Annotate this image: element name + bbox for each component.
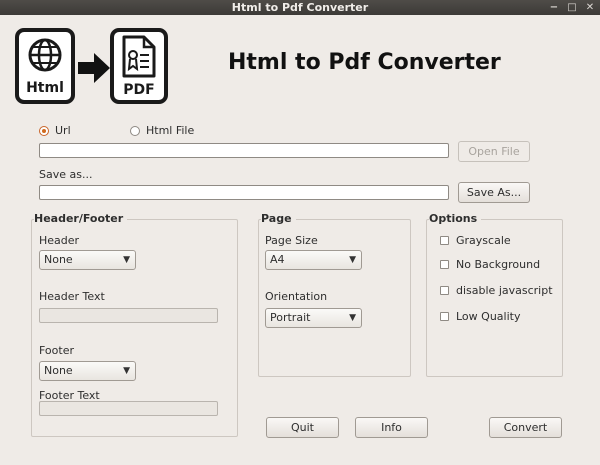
page-size-select[interactable]: A4 ▼	[265, 250, 362, 270]
app-title: Html to Pdf Converter	[228, 50, 501, 75]
title-bar[interactable]: Html to Pdf Converter − □ ✕	[0, 0, 600, 15]
no-background-checkbox-box[interactable]	[440, 260, 449, 269]
low-quality-label: Low Quality	[456, 310, 521, 323]
arrow-right-icon	[78, 53, 110, 83]
url-radio[interactable]: Url	[39, 124, 71, 137]
page-size-label: Page Size	[265, 234, 318, 247]
window-title: Html to Pdf Converter	[231, 1, 369, 14]
html-file-radio-label: Html File	[146, 124, 195, 137]
app-window: Html to Pdf Converter − □ ✕ Html PDF Htm…	[0, 0, 600, 465]
header-label: Header	[39, 234, 80, 247]
page-size-value: A4	[270, 253, 285, 266]
low-quality-checkbox[interactable]: Low Quality	[440, 310, 520, 323]
window-controls: − □ ✕	[548, 0, 596, 15]
convert-button[interactable]: Convert	[489, 417, 562, 438]
html-file-radio-indicator[interactable]	[130, 125, 140, 136]
close-icon[interactable]: ✕	[584, 0, 596, 15]
orientation-value: Portrait	[270, 311, 311, 324]
orientation-label: Orientation	[265, 290, 328, 303]
pdf-document-icon	[122, 35, 156, 78]
no-background-label: No Background	[456, 258, 541, 271]
grayscale-checkbox-box[interactable]	[440, 236, 449, 245]
page-title: Page	[261, 212, 296, 225]
no-background-checkbox[interactable]: No Background	[440, 258, 540, 271]
html-file-radio[interactable]: Html File	[130, 124, 194, 137]
options-title: Options	[429, 212, 482, 225]
save-as-input[interactable]	[39, 185, 449, 200]
chevron-down-icon: ▼	[349, 313, 356, 323]
low-quality-checkbox-box[interactable]	[440, 312, 449, 321]
disable-javascript-checkbox[interactable]: disable javascript	[440, 284, 553, 297]
logo-pdf-text: PDF	[123, 82, 154, 98]
url-radio-indicator[interactable]	[39, 125, 49, 136]
url-radio-label: Url	[55, 124, 71, 137]
grayscale-label: Grayscale	[456, 234, 511, 247]
disable-javascript-label: disable javascript	[456, 284, 553, 297]
quit-button[interactable]: Quit	[266, 417, 339, 438]
open-file-button[interactable]: Open File	[458, 141, 530, 162]
url-input[interactable]	[39, 143, 449, 158]
save-as-button[interactable]: Save As...	[458, 182, 530, 203]
orientation-select[interactable]: Portrait ▼	[265, 308, 362, 328]
header-select[interactable]: None ▼	[39, 250, 136, 270]
chevron-down-icon: ▼	[123, 255, 130, 265]
header-text-input[interactable]	[39, 308, 218, 323]
logo-html-text: Html	[26, 80, 64, 96]
header-footer-title: Header/Footer	[34, 212, 128, 225]
footer-label: Footer	[39, 344, 74, 357]
grayscale-checkbox[interactable]: Grayscale	[440, 234, 511, 247]
header-text-label: Header Text	[39, 290, 105, 303]
disable-javascript-checkbox-box[interactable]	[440, 286, 449, 295]
info-button[interactable]: Info	[355, 417, 428, 438]
footer-select[interactable]: None ▼	[39, 361, 136, 381]
pdf-logo: PDF	[110, 28, 168, 104]
footer-select-value: None	[44, 364, 73, 377]
chevron-down-icon: ▼	[349, 255, 356, 265]
html-logo: Html	[15, 28, 75, 104]
minimize-icon[interactable]: −	[548, 0, 560, 15]
header-select-value: None	[44, 253, 73, 266]
footer-text-input[interactable]	[39, 401, 218, 416]
chevron-down-icon: ▼	[123, 366, 130, 376]
maximize-icon[interactable]: □	[566, 0, 578, 15]
save-as-label: Save as...	[39, 168, 93, 181]
